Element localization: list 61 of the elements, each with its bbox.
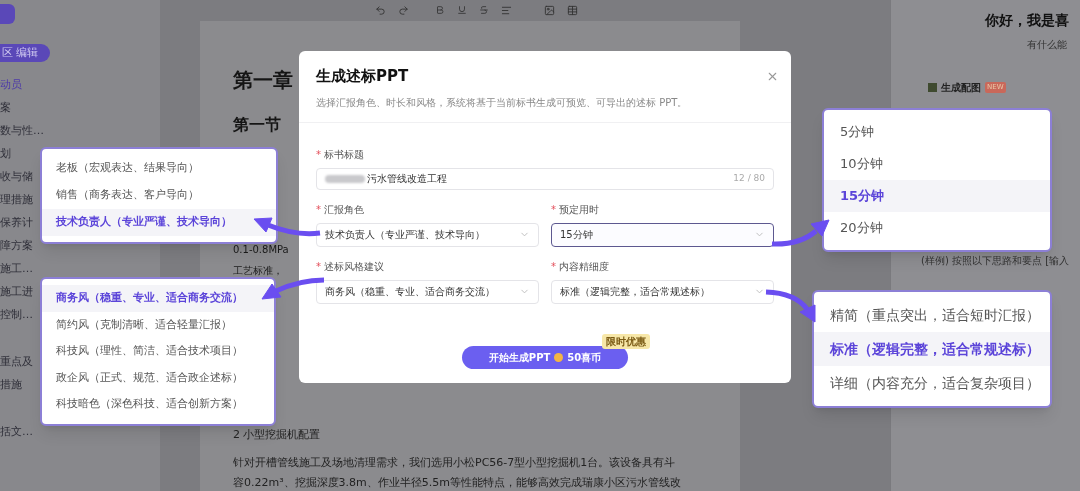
- select-field[interactable]: 标准（逻辑完整，适合常规述标）: [551, 279, 774, 304]
- character-counter: 12 / 80: [733, 171, 765, 185]
- undo-icon[interactable]: [375, 4, 386, 16]
- greeting-subtitle: 有什么能: [1026, 38, 1068, 52]
- paragraph-line: 针对开槽管线施工及场地清理需求，我们选用小松PC56-7型小型挖掘机1台。该设备具有斗: [233, 455, 676, 471]
- outline-item[interactable]: 施工…: [0, 258, 160, 281]
- greeting-title: 你好，我是喜: [984, 11, 1070, 30]
- dropdown-option[interactable]: 20分钟: [824, 212, 1050, 244]
- select-field[interactable]: 15分钟: [551, 222, 774, 247]
- dropdown-option[interactable]: 科技暗色（深色科技、适合创新方案）: [42, 391, 274, 418]
- align-icon[interactable]: [501, 4, 512, 16]
- select-field[interactable]: 商务风（稳重、专业、适合商务交流）: [316, 279, 539, 304]
- chapter-heading: 第一章: [233, 66, 293, 94]
- modal-description: 选择汇报角色、时长和风格，系统将基于当前标书生成可预览、可导出的述标 PPT。: [316, 95, 689, 110]
- callout-arrow: [253, 217, 321, 237]
- promo-badge: 限时优惠: [602, 334, 650, 349]
- image-icon[interactable]: [544, 4, 555, 16]
- sample-text: (样例) 按照以下思路和要点 [输入: [921, 254, 1071, 268]
- outline-item[interactable]: 数与性…: [0, 120, 160, 143]
- card-title: 生成配图: [941, 81, 981, 95]
- body-text: 工艺标准，: [233, 263, 283, 278]
- strikethrough-icon[interactable]: [479, 5, 489, 16]
- dropdown-option[interactable]: 商务风（稳重、专业、适合商务交流）: [42, 285, 274, 312]
- dropdown-option[interactable]: 销售（商务表达、客户导向）: [42, 182, 276, 209]
- body-text: 0.1-0.8MPa: [233, 242, 289, 257]
- dropdown-option[interactable]: 简约风（克制清晰、适合轻量汇报）: [42, 311, 274, 338]
- callout-arrow: [261, 277, 325, 300]
- field-label: * 预定用时: [551, 202, 600, 217]
- dropdown-option[interactable]: 精简（重点突出，适合短时汇报）: [814, 298, 1050, 332]
- callout-arrow: [765, 289, 816, 323]
- subheading: 2 小型挖掘机配置: [233, 426, 321, 443]
- dropdown-option[interactable]: 标准（逻辑完整，适合常规述标）: [814, 332, 1050, 366]
- dropdown-option[interactable]: 15分钟: [824, 180, 1050, 212]
- paragraph-line: 容0.22m³、挖掘深度3.8m、作业半径5.5m等性能特点，能够高效完成瑞康小区污水管线改: [233, 474, 682, 491]
- outline-item[interactable]: 案: [0, 97, 160, 120]
- dropdown-option[interactable]: 政企风（正式、规范、适合政企述标）: [42, 364, 274, 391]
- dropdown-option[interactable]: 科技风（理性、简洁、适合技术项目）: [42, 338, 274, 365]
- field-label: * 标书标题: [316, 147, 365, 162]
- section-heading: 第一节: [233, 113, 281, 136]
- coin-icon: [554, 353, 564, 362]
- dropdown-option[interactable]: 10分钟: [824, 148, 1050, 180]
- blur-block: [325, 174, 365, 183]
- dropdown-option[interactable]: 技术负责人（专业严谨、技术导向）: [42, 209, 276, 236]
- bold-icon[interactable]: [435, 5, 445, 16]
- callout-arrow: [771, 219, 830, 247]
- modal-title: 生成述标PPT: [316, 66, 409, 87]
- dropdown-option[interactable]: 5分钟: [824, 116, 1050, 148]
- input-field[interactable]: 污水管线改造工程 12 / 80: [316, 167, 774, 190]
- dropdown-option[interactable]: 老板（宏观表达、结果导向）: [42, 155, 276, 182]
- underline-icon[interactable]: [457, 5, 467, 16]
- generate-button[interactable]: 开始生成PPT 50喜币: [462, 346, 628, 369]
- redo-icon[interactable]: [398, 4, 409, 16]
- select-field[interactable]: 技术负责人（专业严谨、技术导向）: [316, 222, 539, 247]
- table-icon[interactable]: [567, 4, 578, 16]
- field-label: * 汇报角色: [316, 202, 365, 217]
- dropdown-option[interactable]: 详细（内容充分，适合复杂项目）: [814, 366, 1050, 400]
- menu-button[interactable]: [0, 4, 15, 24]
- field-label: * 述标风格建议: [316, 259, 385, 274]
- field-label: * 内容精细度: [551, 259, 610, 274]
- picture-icon: [928, 83, 937, 92]
- edit-pill[interactable]: 区 编辑: [0, 44, 50, 62]
